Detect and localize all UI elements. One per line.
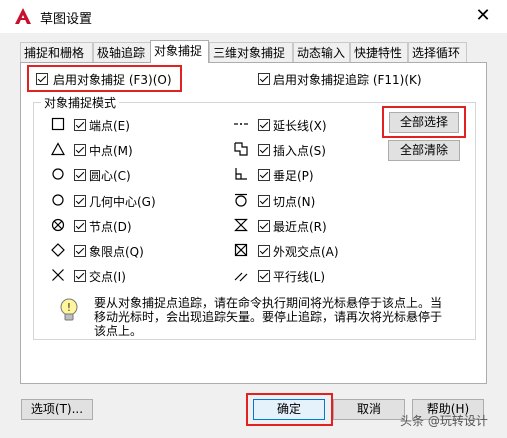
circle-x-icon	[51, 218, 65, 232]
snap-tangent-label[interactable]: 切点(N)	[273, 193, 315, 210]
tab-dynamic-input[interactable]: 动态输入	[293, 42, 350, 62]
snap-nearest-label[interactable]: 最近点(R)	[273, 218, 327, 235]
lightbulb-icon: !	[60, 298, 78, 321]
autocad-logo-icon	[15, 8, 31, 24]
circle-icon	[52, 194, 64, 206]
tracking-info-text: 要从对象捕捉点追踪，请在命令执行期间将光标悬停于该点上。当移动光标时，会出现追踪…	[94, 296, 443, 338]
tab-object-snap[interactable]: 对象捕捉	[150, 40, 209, 63]
snap-geometric-center-label[interactable]: 几何中心(G)	[89, 193, 156, 210]
snap-extension-checkbox[interactable]	[258, 119, 270, 131]
snap-endpoint-label[interactable]: 端点(E)	[89, 117, 130, 134]
snap-quadrant-checkbox[interactable]	[74, 245, 86, 257]
snap-tangent-checkbox[interactable]	[258, 195, 270, 207]
highlight-frame	[246, 393, 333, 426]
snap-midpoint-checkbox[interactable]	[74, 144, 86, 156]
snap-perpendicular-checkbox[interactable]	[258, 169, 270, 181]
snap-node-checkbox[interactable]	[74, 220, 86, 232]
snap-modes-title: 对象捕捉模式	[41, 94, 120, 111]
snap-parallel-label[interactable]: 平行线(L)	[273, 268, 325, 285]
options-button[interactable]: 选项(T)...	[21, 399, 93, 420]
snap-apparent-intersection-checkbox[interactable]	[258, 245, 270, 257]
tab-polar-tracking[interactable]: 极轴追踪	[93, 42, 151, 62]
tangent-icon	[235, 193, 247, 207]
enable-tracking-checkbox[interactable]	[258, 73, 270, 85]
highlight-frame	[27, 65, 182, 92]
tab-snap-grid[interactable]: 捕捉和栅格	[20, 42, 93, 62]
highlight-frame	[382, 106, 466, 138]
snap-intersection-label[interactable]: 交点(I)	[89, 268, 126, 285]
snap-node-label[interactable]: 节点(D)	[89, 218, 132, 235]
dash-dot-icon	[234, 123, 248, 125]
enable-tracking-label[interactable]: 启用对象捕捉追踪 (F11)(K)	[273, 71, 422, 88]
snap-center-checkbox[interactable]	[74, 169, 86, 181]
snap-perpendicular-label[interactable]: 垂足(P)	[273, 167, 314, 184]
diamond-icon	[51, 243, 65, 257]
snap-apparent-intersection-label[interactable]: 外观交点(A)	[273, 243, 339, 260]
insert-icon	[234, 142, 248, 156]
snap-center-label[interactable]: 圆心(C)	[89, 167, 131, 184]
tab-quick-properties[interactable]: 快捷特性	[350, 42, 408, 62]
snap-midpoint-label[interactable]: 中点(M)	[89, 142, 133, 159]
close-button[interactable]: ✕	[473, 5, 493, 26]
snap-quadrant-label[interactable]: 象限点(Q)	[89, 243, 144, 260]
title-bar: 草图设置 ✕	[0, 0, 507, 33]
clear-all-button[interactable]: 全部清除	[388, 140, 460, 161]
tab-3d-object-snap[interactable]: 三维对象捕捉	[209, 42, 293, 62]
snap-insertion-label[interactable]: 插入点(S)	[273, 142, 326, 159]
window-title: 草图设置	[40, 12, 93, 27]
watermark-text: 头条 @玩转设计	[400, 414, 488, 428]
svg-text:!: !	[67, 301, 71, 314]
snap-geometric-center-checkbox[interactable]	[74, 195, 86, 207]
snap-extension-label[interactable]: 延长线(X)	[273, 117, 327, 134]
square-icon	[51, 117, 65, 131]
circle-icon	[52, 168, 64, 180]
triangle-icon	[51, 142, 65, 156]
snap-parallel-checkbox[interactable]	[258, 270, 270, 282]
tab-selection-cycling[interactable]: 选择循环	[408, 42, 467, 62]
box-x-icon	[234, 243, 248, 257]
perpendicular-icon	[235, 168, 247, 180]
parallel-icon	[234, 272, 248, 282]
cancel-button[interactable]: 取消	[333, 399, 405, 420]
snap-intersection-checkbox[interactable]	[74, 270, 86, 282]
snap-endpoint-checkbox[interactable]	[74, 119, 86, 131]
x-icon	[52, 269, 64, 281]
hourglass-icon	[234, 218, 248, 232]
snap-nearest-checkbox[interactable]	[258, 220, 270, 232]
snap-insertion-checkbox[interactable]	[258, 144, 270, 156]
